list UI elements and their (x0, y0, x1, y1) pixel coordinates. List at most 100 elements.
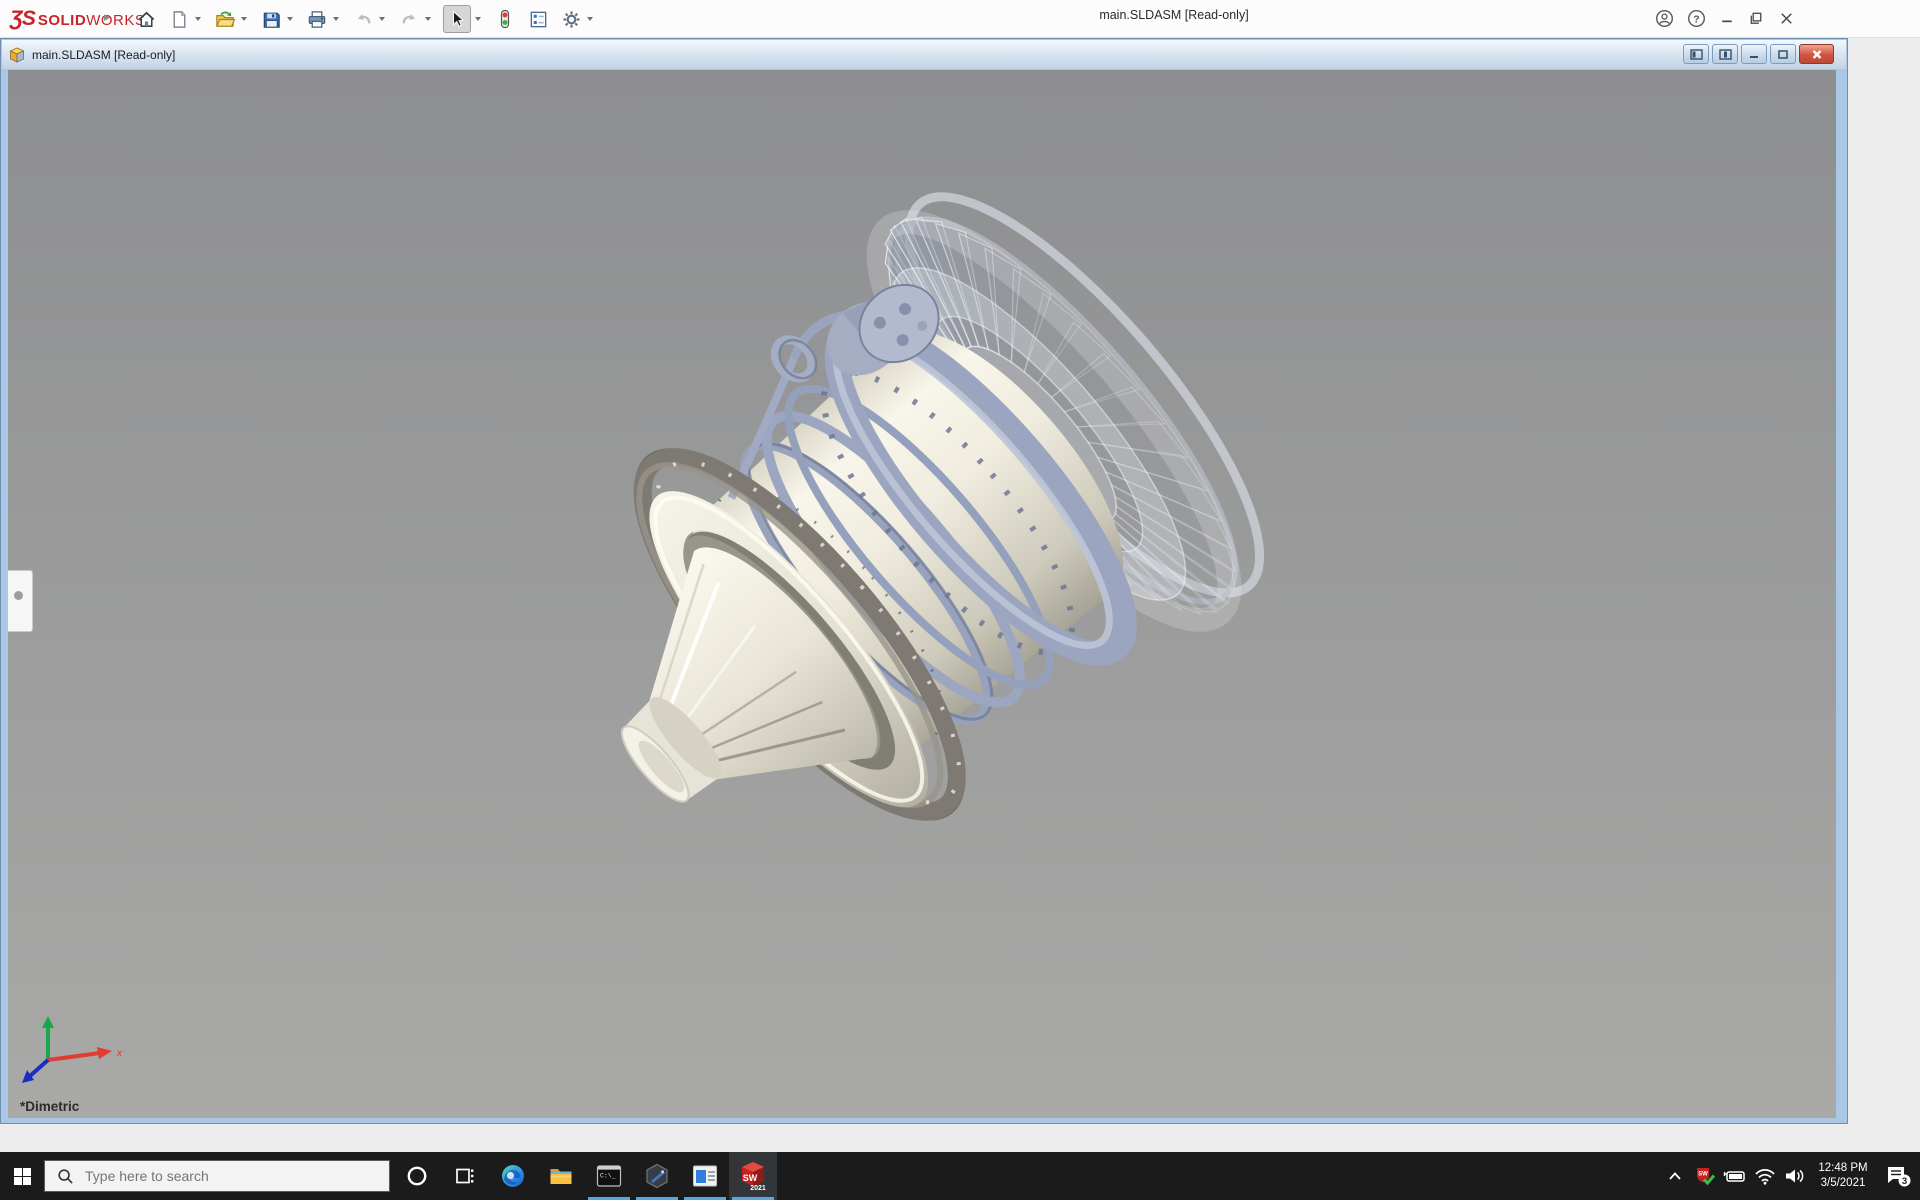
gear-icon (562, 10, 580, 28)
solidworks-logo: ƷS SOLID WORKS (10, 7, 145, 31)
print-dropdown[interactable] (329, 5, 342, 33)
app-titlebar: ƷS SOLID WORKS ▸ main.SLDASM [Read-only]… (0, 0, 1920, 38)
triad-x-label: x (116, 1048, 123, 1059)
new-document-dropdown[interactable] (191, 5, 204, 33)
print-icon (308, 10, 326, 28)
taskbar-cortana[interactable] (393, 1152, 441, 1200)
doc-minimize-button[interactable] (1741, 44, 1767, 64)
redo-icon (402, 13, 415, 23)
save-button[interactable] (259, 5, 283, 33)
command-prompt-icon: C:\_ (596, 1165, 622, 1187)
traffic-light-icon (500, 9, 510, 29)
system-tray: SW 12:48 PM 3/5/2021 3 (1660, 1152, 1920, 1200)
svg-text:C:\_: C:\_ (600, 1173, 616, 1180)
doc-restore-button[interactable] (1770, 44, 1796, 64)
save-dropdown[interactable] (283, 5, 296, 33)
open-icon (216, 10, 236, 27)
search-input[interactable] (85, 1168, 365, 1184)
redo-dropdown[interactable] (421, 5, 434, 33)
taskbar-edge[interactable] (489, 1152, 537, 1200)
tray-clock[interactable]: 12:48 PM 3/5/2021 (1810, 1161, 1876, 1191)
doc-close-button[interactable] (1799, 44, 1834, 64)
jet-engine-model[interactable] (8, 70, 1836, 1118)
windows-taskbar: C:\_ SW 2021 (0, 1152, 1920, 1200)
taskbar-solidworks[interactable]: SW 2021 (729, 1152, 777, 1200)
tray-chevron-up-icon[interactable] (1660, 1152, 1690, 1200)
file-explorer-icon (550, 1169, 572, 1184)
evaluate-button[interactable] (526, 5, 550, 33)
taskbar-blue-window-app[interactable] (681, 1152, 729, 1200)
titlebar-controls: ? (1655, 6, 1795, 30)
document-window: main.SLDASM [Read-only] x *Dimetric (0, 38, 1848, 1124)
taskbar-command-prompt[interactable]: C:\_ (585, 1152, 633, 1200)
account-icon[interactable] (1655, 9, 1674, 28)
action-center-button[interactable]: 3 (1876, 1152, 1920, 1200)
home-button[interactable] (134, 5, 158, 33)
redo-button[interactable] (397, 5, 421, 33)
print-button[interactable] (305, 5, 329, 33)
notification-count: 3 (1902, 1176, 1907, 1187)
select-cursor-icon (453, 10, 465, 27)
pane-right-button[interactable] (1712, 44, 1738, 64)
blue-window-app-icon (693, 1165, 717, 1187)
tray-battery-icon[interactable] (1720, 1152, 1750, 1200)
document-titlebar[interactable]: main.SLDASM [Read-only] (2, 40, 1846, 69)
home-icon (138, 11, 154, 27)
start-button[interactable] (0, 1152, 44, 1200)
svg-text:?: ? (1693, 14, 1699, 25)
edge-icon (502, 1165, 524, 1187)
taskbar-task-view[interactable] (441, 1152, 489, 1200)
svg-text:SW: SW (743, 1173, 758, 1183)
pane-left-button[interactable] (1683, 44, 1709, 64)
taskbar-apps: C:\_ SW 2021 (393, 1152, 777, 1200)
document-title: main.SLDASM [Read-only] (32, 47, 176, 62)
solidworks-2021-icon: SW 2021 (742, 1162, 766, 1191)
help-icon[interactable]: ? (1687, 9, 1706, 28)
notification-icon: 3 (1888, 1167, 1911, 1187)
taskbar-hexagon-tool[interactable] (633, 1152, 681, 1200)
open-dropdown[interactable] (237, 5, 250, 33)
save-icon (263, 12, 280, 28)
new-document-button[interactable] (167, 5, 191, 33)
minimize-icon[interactable] (1719, 9, 1735, 28)
engine-assembly (620, 192, 1265, 821)
cortana-icon (407, 1166, 427, 1186)
options-dropdown[interactable] (583, 5, 596, 33)
undo-icon (357, 13, 370, 23)
svg-text:2021: 2021 (750, 1185, 766, 1191)
quick-access-toolbar (134, 3, 596, 35)
menu-flyout-arrow-icon[interactable]: ▸ (104, 9, 111, 25)
tray-volume-icon[interactable] (1780, 1152, 1810, 1200)
close-icon[interactable] (1778, 9, 1795, 28)
evaluate-icon (530, 11, 546, 27)
restore-icon[interactable] (1748, 9, 1765, 28)
document-window-controls (1683, 44, 1834, 64)
open-button[interactable] (213, 5, 237, 33)
new-document-icon (173, 10, 186, 28)
graphics-viewport[interactable]: x *Dimetric (8, 70, 1836, 1118)
select-dropdown[interactable] (471, 5, 484, 33)
tray-solidworks-status-icon[interactable]: SW (1690, 1152, 1720, 1200)
tray-date: 3/5/2021 (1820, 1177, 1866, 1189)
solidworks-app: ƷS SOLID WORKS ▸ main.SLDASM [Read-only]… (0, 0, 1920, 1152)
traffic-light-button[interactable] (493, 5, 517, 33)
undo-button[interactable] (351, 5, 375, 33)
options-button[interactable] (559, 5, 583, 33)
undo-dropdown[interactable] (375, 5, 388, 33)
tab-handle-dot (14, 591, 23, 600)
tray-time: 12:48 PM (1818, 1162, 1868, 1174)
task-view-icon (456, 1168, 474, 1184)
svg-text:SW: SW (1698, 1172, 1708, 1178)
taskbar-search[interactable] (44, 1160, 390, 1192)
brand-solid: SOLID (37, 12, 87, 29)
windows-logo-icon (13, 1167, 31, 1185)
app-title: main.SLDASM [Read-only] (1099, 8, 1249, 22)
assembly-cube-icon (9, 47, 25, 63)
feature-tree-collapsed-tab[interactable] (8, 570, 33, 632)
hexagon-tool-icon (646, 1163, 668, 1189)
tray-wifi-icon[interactable] (1750, 1152, 1780, 1200)
search-icon (58, 1168, 73, 1184)
taskbar-file-explorer[interactable] (537, 1152, 585, 1200)
select-button[interactable] (443, 5, 471, 33)
brand-glyph: ƷS (10, 7, 36, 30)
